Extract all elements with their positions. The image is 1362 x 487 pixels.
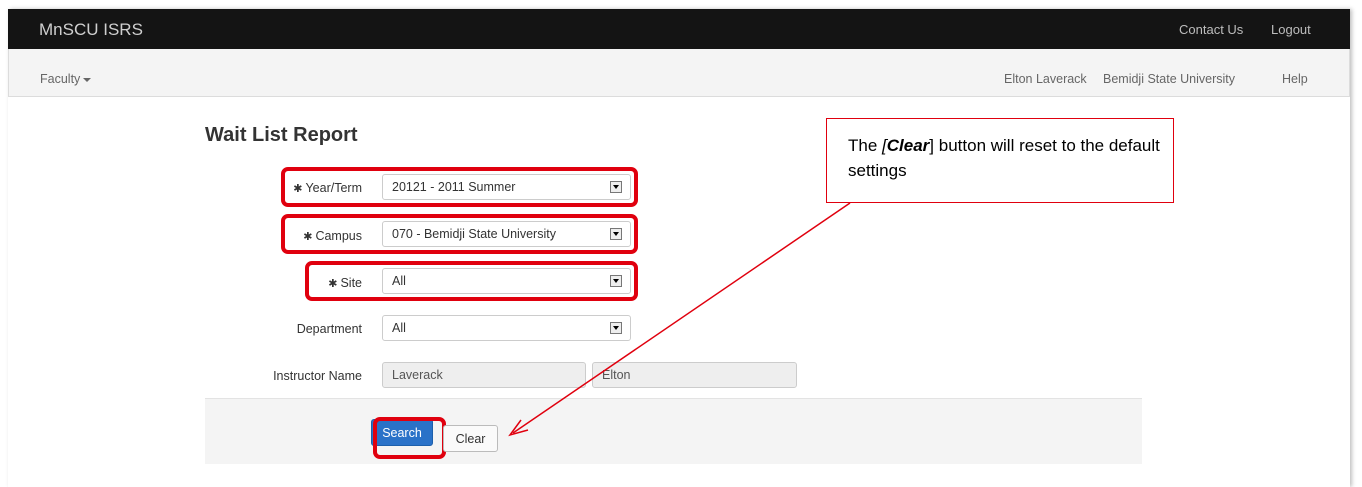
logout-link[interactable]: Logout — [1271, 22, 1311, 37]
institution-link[interactable]: Bemidji State University — [1103, 72, 1235, 86]
annotation-callout: The [Clear] button will reset to the def… — [826, 118, 1174, 203]
help-link[interactable]: Help — [1282, 72, 1308, 86]
clear-button[interactable]: Clear — [443, 425, 498, 452]
highlight-search — [373, 417, 446, 459]
highlight-year-term — [281, 167, 638, 207]
brand-title[interactable]: MnSCU ISRS — [39, 20, 143, 40]
highlight-campus — [281, 214, 638, 254]
faculty-menu-label: Faculty — [40, 72, 81, 86]
dropdown-arrow-icon[interactable] — [610, 322, 622, 334]
secondary-navbar: Faculty Elton Laverack Bemidji State Uni… — [8, 49, 1350, 97]
caret-down-icon — [83, 77, 92, 82]
callout-text-pre: The — [848, 136, 883, 155]
page-title: Wait List Report — [205, 124, 358, 146]
department-select[interactable]: All — [382, 315, 631, 341]
callout-text-strong: Clear — [886, 136, 930, 155]
department-label: Department — [296, 322, 362, 336]
instructor-first-name-field[interactable]: Elton — [592, 362, 797, 388]
faculty-menu[interactable]: Faculty — [40, 72, 92, 86]
instructor-name-label: Instructor Name — [273, 369, 362, 383]
form-actions-panel — [205, 398, 1142, 464]
department-value: All — [392, 321, 406, 335]
user-name-link[interactable]: Elton Laverack — [1004, 72, 1087, 86]
highlight-site — [305, 261, 638, 301]
contact-us-link[interactable]: Contact Us — [1179, 22, 1243, 37]
top-navbar: MnSCU ISRS Contact Us Logout — [8, 9, 1350, 49]
instructor-last-name-field[interactable]: Laverack — [382, 362, 586, 388]
